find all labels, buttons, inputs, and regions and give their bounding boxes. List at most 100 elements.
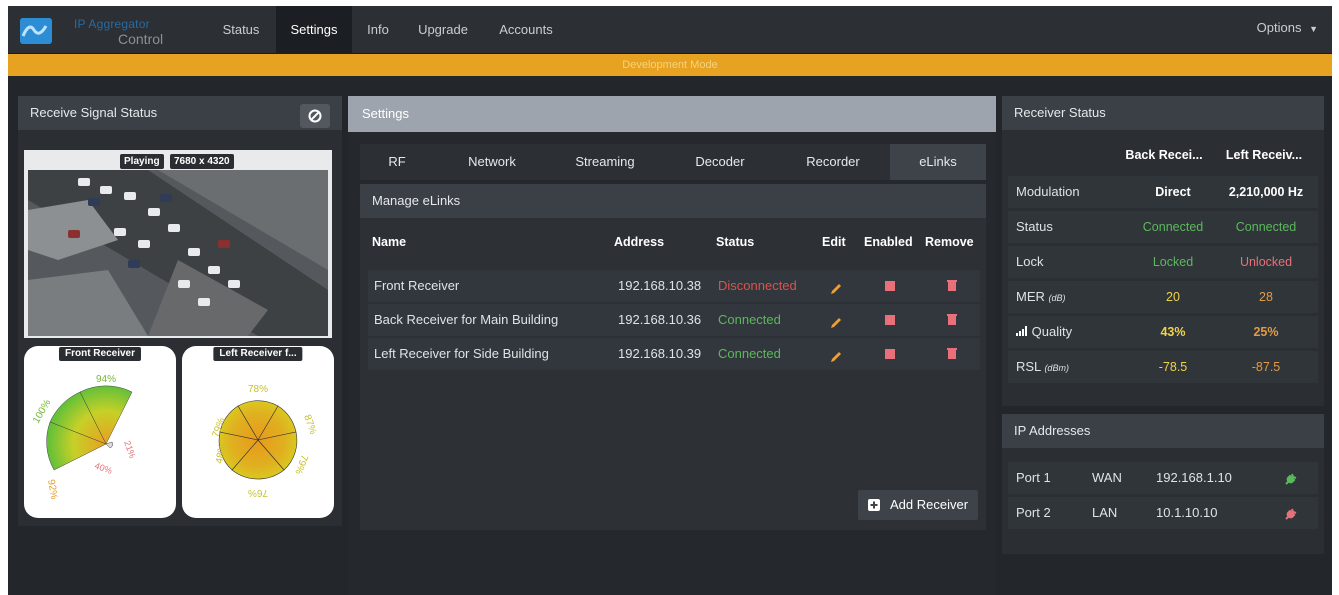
brand[interactable]: IP Aggregator Control xyxy=(18,12,178,48)
video-preview[interactable]: Playing 7680 x 4320 xyxy=(24,150,332,338)
tab-decoder[interactable]: Decoder xyxy=(678,144,762,180)
row-status: Connected xyxy=(718,346,781,361)
row-address: 192.168.10.36 xyxy=(618,312,702,327)
development-mode-banner: Development Mode xyxy=(8,54,1332,76)
left-receiver-card-title: Left Receiver f... xyxy=(213,347,303,361)
brand-title: IP Aggregator xyxy=(74,17,150,31)
trash-icon[interactable] xyxy=(946,270,958,302)
enabled-checkbox[interactable] xyxy=(884,270,896,302)
table-row: Left Receiver for Side Building 192.168.… xyxy=(368,338,980,370)
options-menu[interactable]: Options ▼ xyxy=(1257,6,1318,54)
lock-value-2: Unlocked xyxy=(1239,255,1293,269)
lock-row: Lock Locked Unlocked xyxy=(1008,246,1318,278)
trash-icon[interactable] xyxy=(946,338,958,370)
row-name: Left Receiver for Side Building xyxy=(374,346,549,361)
port-type: WAN xyxy=(1092,470,1122,485)
edit-pencil-icon[interactable] xyxy=(830,338,842,370)
port-label: Port 1 xyxy=(1016,470,1051,485)
front-label-right: 21% xyxy=(122,439,138,459)
col-status: Status xyxy=(716,235,755,249)
quality-value-2: 25% xyxy=(1253,325,1279,339)
ip-addresses-title: IP Addresses xyxy=(1002,414,1324,448)
app-window: IP Aggregator Control Status Settings In… xyxy=(8,6,1332,595)
tab-recorder[interactable]: Recorder xyxy=(788,144,878,180)
rsl-value-1: -78.5 xyxy=(1158,360,1188,374)
front-receiver-card[interactable]: Front Receiver 94% 100% 21% 40% 92% xyxy=(24,346,176,518)
nav-accounts[interactable]: Accounts xyxy=(486,6,566,54)
modulation-row: Modulation Direct 2,210,000 Hz xyxy=(1008,176,1318,208)
row-address: 192.168.10.39 xyxy=(618,346,702,361)
port-ip: 192.168.1.10 xyxy=(1156,470,1232,485)
rsl-row: RSL (dBm) -78.5 -87.5 xyxy=(1008,351,1318,383)
playing-badge: Playing xyxy=(120,154,164,169)
col-address: Address xyxy=(614,235,665,249)
trash-icon[interactable] xyxy=(946,304,958,336)
left-receiver-radar-chart: 78% 87% 79% 48% 79% 76% xyxy=(210,384,318,498)
top-navbar: IP Aggregator Control Status Settings In… xyxy=(8,6,1332,54)
row-status: Disconnected xyxy=(718,278,797,293)
plus-square-icon xyxy=(868,499,880,511)
quality-label: Quality xyxy=(1016,316,1072,348)
tab-network[interactable]: Network xyxy=(452,144,532,180)
caret-down-icon: ▼ xyxy=(1309,24,1318,34)
receive-signal-panel: Receive Signal Status Playing 7680 x 432… xyxy=(18,96,342,526)
lock-label: Lock xyxy=(1016,254,1044,269)
manage-elinks-panel: Manage eLinks Name Address Status Edit E… xyxy=(360,184,986,530)
plug-connected-icon xyxy=(1285,473,1297,485)
lock-value-1: Locked xyxy=(1152,255,1194,269)
receiver-status-panel: Receiver Status Back Recei... Left Recei… xyxy=(1002,96,1324,406)
status-row: Status Connected Connected xyxy=(1008,211,1318,243)
modulation-value-2: 2,210,000 Hz xyxy=(1228,185,1304,199)
left-label-lower-right: 79% xyxy=(292,453,309,476)
brand-subtitle: Control xyxy=(118,31,164,47)
aerial-video-frame xyxy=(28,170,328,336)
status-value-2: Connected xyxy=(1235,220,1297,234)
col-name: Name xyxy=(372,235,407,249)
enabled-checkbox[interactable] xyxy=(884,304,896,336)
tab-elinks[interactable]: eLinks xyxy=(890,144,986,180)
settings-title: Settings xyxy=(348,96,996,132)
port-row: Port 2 LAN 10.1.10.10 xyxy=(1008,497,1318,529)
left-receiver-card[interactable]: Left Receiver f... 78% 87% 79% 48% 79% 7… xyxy=(182,346,334,518)
row-name: Front Receiver xyxy=(374,278,460,293)
nav-status[interactable]: Status xyxy=(208,6,274,54)
row-name: Back Receiver for Main Building xyxy=(374,312,559,327)
disable-toggle-button[interactable] xyxy=(300,104,330,128)
enabled-checkbox[interactable] xyxy=(884,338,896,370)
mer-row: MER (dB) 20 28 xyxy=(1008,281,1318,313)
tab-streaming[interactable]: Streaming xyxy=(560,144,650,180)
port-row: Port 1 WAN 192.168.1.10 xyxy=(1008,462,1318,494)
front-receiver-card-title: Front Receiver xyxy=(58,347,142,361)
add-receiver-label: Add Receiver xyxy=(890,497,969,512)
settings-panel: Settings RF Network Streaming Decoder Re… xyxy=(348,96,996,595)
edit-pencil-icon[interactable] xyxy=(830,270,842,302)
port-ip: 10.1.10.10 xyxy=(1156,505,1218,520)
nav-upgrade[interactable]: Upgrade xyxy=(406,6,480,54)
left-label-top: 78% xyxy=(248,384,268,395)
edit-pencil-icon[interactable] xyxy=(830,304,842,336)
receive-signal-title: Receive Signal Status xyxy=(18,96,342,130)
options-label: Options xyxy=(1256,20,1302,35)
col-remove: Remove xyxy=(925,235,974,249)
receiver-col1-header: Back Recei... xyxy=(1125,148,1203,162)
row-status: Connected xyxy=(718,312,781,327)
table-row: Back Receiver for Main Building 192.168.… xyxy=(368,304,980,336)
modulation-value-1: Direct xyxy=(1155,185,1191,199)
ip-addresses-panel: IP Addresses Port 1 WAN 192.168.1.10 Por… xyxy=(1002,414,1324,554)
brand-logo-icon xyxy=(20,18,52,44)
nav-settings[interactable]: Settings xyxy=(276,6,352,54)
tab-rf[interactable]: RF xyxy=(372,144,422,180)
add-receiver-button[interactable]: Add Receiver xyxy=(858,490,978,520)
port-type: LAN xyxy=(1092,505,1118,520)
row-address: 192.168.10.38 xyxy=(618,278,702,293)
ban-icon xyxy=(308,109,322,123)
status-value-1: Connected xyxy=(1142,220,1204,234)
front-receiver-radar-chart: 94% 100% 21% 40% 92% xyxy=(31,374,138,500)
nav-info[interactable]: Info xyxy=(354,6,402,54)
mer-value-1: 20 xyxy=(1166,290,1180,304)
receiver-status-title: Receiver Status xyxy=(1002,96,1324,130)
plug-disconnected-icon xyxy=(1285,508,1297,520)
resolution-badge: 7680 x 4320 xyxy=(170,154,234,169)
table-row: Front Receiver 192.168.10.38 Disconnecte… xyxy=(368,270,980,302)
signal-bars-icon xyxy=(1016,326,1027,336)
